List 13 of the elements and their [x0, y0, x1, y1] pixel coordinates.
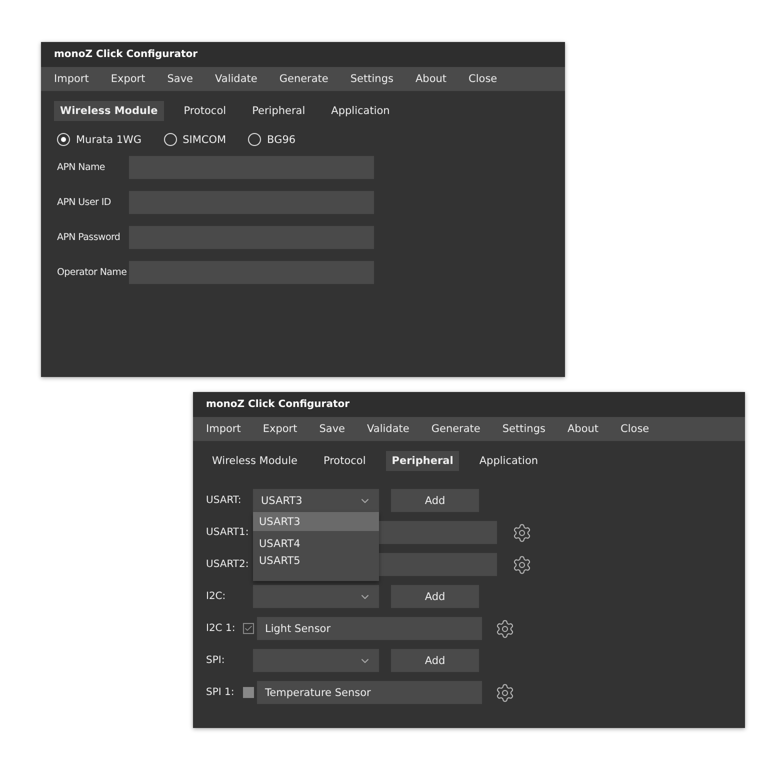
field-label: SPI 1:	[206, 687, 236, 698]
window-title: monoZ Click Configurator	[41, 42, 565, 67]
field-label: SPI:	[206, 655, 226, 666]
field-label: APN User ID	[57, 197, 112, 208]
field-label: I2C 1:	[206, 623, 236, 634]
field-label: Operator Name	[57, 267, 128, 278]
field-label: USART:	[206, 495, 242, 506]
field-label: USART2:	[206, 559, 250, 570]
field-label: I2C:	[206, 591, 227, 602]
field-label: USART1:	[206, 527, 250, 538]
window-title: monoZ Click Configurator	[193, 392, 745, 417]
field-label: APN Password	[57, 232, 122, 243]
field-label: APN Name	[57, 162, 106, 173]
